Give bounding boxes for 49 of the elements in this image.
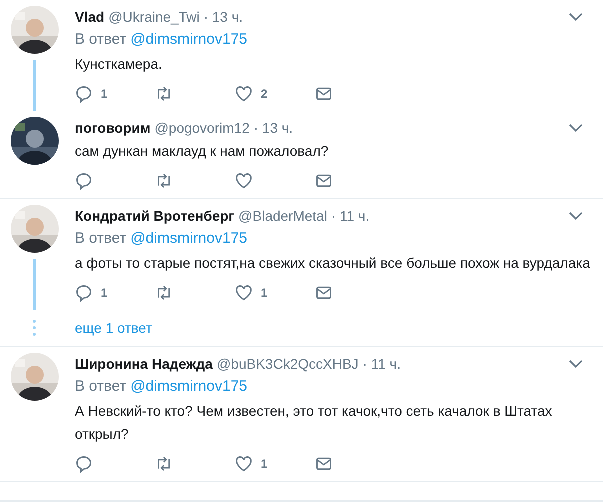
heart-icon[interactable] [235,455,253,473]
envelope-icon[interactable] [315,455,333,473]
chevron-down-icon[interactable] [569,124,583,132]
user-handle[interactable]: @Ukraine_Twi [108,9,200,25]
envelope-icon[interactable] [315,85,333,103]
mention-link[interactable]: @dimsmirnov175 [130,378,248,394]
tweet-time[interactable]: · 11 ч. [331,208,370,224]
user-name[interactable]: поговорим [75,120,151,136]
more-replies-link[interactable]: еще 1 ответ [75,320,152,336]
dotted-thread-line [33,320,36,336]
tweet-text: Кунсткамера. [75,55,164,74]
like-count: 1 [261,286,268,300]
reply-icon[interactable] [75,172,93,190]
user-name[interactable]: Vlad [75,9,105,25]
like-count: 1 [261,457,268,471]
tweet-time[interactable]: · 13 ч. [254,120,294,136]
chevron-down-icon[interactable] [569,13,583,21]
retweet-icon[interactable] [155,455,173,473]
chevron-down-icon[interactable] [569,360,583,368]
user-name[interactable]: Широнина Надежда [75,356,213,372]
chevron-down-icon[interactable] [569,212,583,220]
tweet-time[interactable]: · 11 ч. [362,356,401,372]
envelope-icon[interactable] [315,284,333,302]
tweet-text: А Невский-то кто? Чем известен, это тот качок,что сеть качалок в Штатах открыл? [75,402,554,444]
user-handle[interactable]: @pogovorim12 [154,120,250,136]
user-handle[interactable]: @BladerMetal [238,208,328,224]
tweet-text: сам дункан маклауд к нам пожаловал? [75,142,330,161]
heart-icon[interactable] [235,284,253,302]
reply-count: 1 [101,87,108,101]
reply-icon[interactable] [75,85,93,103]
tweet-text: а фоты то старые постят,на свежих сказочный все больше похож на вурдалака [75,254,591,273]
retweet-icon[interactable] [155,284,173,302]
retweet-icon[interactable] [155,172,173,190]
reply-count: 1 [101,286,108,300]
retweet-icon[interactable] [155,85,173,103]
heart-icon[interactable] [235,85,253,103]
tweet-time[interactable]: · 13 ч. [204,9,244,25]
mention-link[interactable]: @dimsmirnov175 [130,30,248,48]
like-count: 2 [261,87,268,101]
mention-link[interactable]: @dimsmirnov175 [130,230,248,246]
heart-icon[interactable] [235,172,253,190]
reply-label: В ответ [75,230,127,246]
reply-icon[interactable] [75,284,93,302]
reply-label: В ответ [75,378,127,394]
reply-label: В ответ [75,30,127,48]
envelope-icon[interactable] [315,172,333,190]
reply-icon[interactable] [75,455,93,473]
user-handle[interactable]: @buBK3Ck2QccXHBJ [216,356,359,372]
user-name[interactable]: Кондратий Вротенберг [75,208,235,224]
